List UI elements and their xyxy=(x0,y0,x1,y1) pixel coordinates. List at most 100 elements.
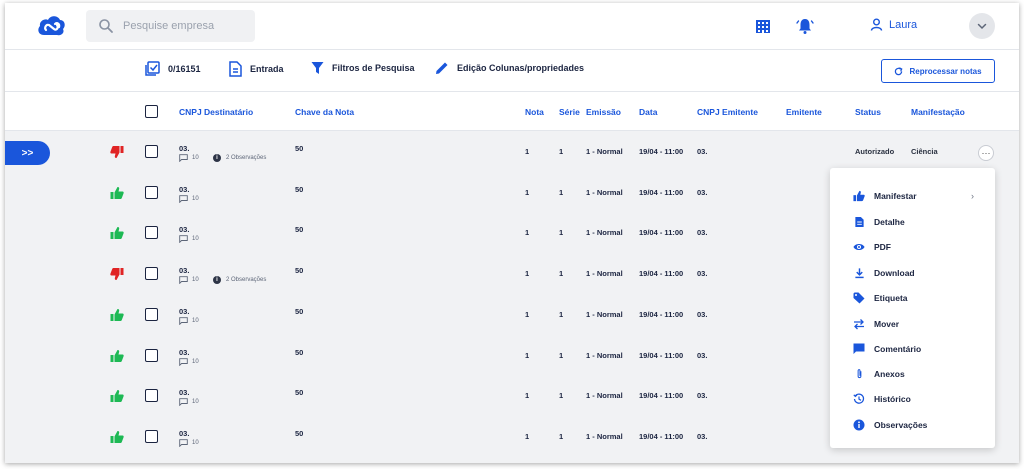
serie: 1 xyxy=(559,431,564,441)
thumbs-down-icon[interactable] xyxy=(110,145,124,159)
menu-item-manifestar[interactable]: Manifestar › xyxy=(830,185,995,207)
thumb-up-icon xyxy=(853,190,865,202)
menu-item-comentario[interactable]: Comentário xyxy=(830,338,995,360)
chave-nota: 50 xyxy=(295,306,304,316)
cnpj-destinatario: 03. xyxy=(179,347,190,357)
expand-sidebar-button[interactable]: >> xyxy=(5,141,50,165)
menu-item-mover[interactable]: Mover xyxy=(830,313,995,335)
col-emitente[interactable]: Emitente xyxy=(786,107,822,117)
filters-label: Filtros de Pesquisa xyxy=(332,63,415,73)
company-search[interactable] xyxy=(86,10,255,42)
cloud-logo-icon[interactable] xyxy=(35,11,67,41)
comments-count[interactable]: 10 xyxy=(179,276,199,285)
building-icon[interactable] xyxy=(754,17,772,35)
data-emissao: 19/04 - 11:00 xyxy=(639,228,684,238)
thumbs-up-icon[interactable] xyxy=(110,226,124,240)
menu-item-detalhe[interactable]: Detalhe xyxy=(830,211,995,233)
thumbs-up-icon[interactable] xyxy=(110,308,124,322)
col-serie[interactable]: Série xyxy=(559,107,580,117)
info-icon xyxy=(853,419,865,431)
col-emissao[interactable]: Emissão xyxy=(586,107,621,117)
comments-count[interactable]: 10 xyxy=(179,398,199,407)
comments-count-value: 10 xyxy=(192,277,199,284)
data-emissao: 19/04 - 11:00 xyxy=(639,350,684,360)
cnpj-destinatario: 03. xyxy=(179,266,190,276)
comments-count[interactable]: 10 xyxy=(179,154,199,162)
comments-count-value: 10 xyxy=(192,195,199,202)
user-icon xyxy=(870,18,883,31)
col-manifestacao[interactable]: Manifestação xyxy=(911,107,965,117)
row-checkbox[interactable] xyxy=(145,348,158,362)
selection-counter[interactable]: 0/16151 xyxy=(145,61,201,76)
chave-nota: 50 xyxy=(295,388,304,398)
comments-count[interactable]: 10 xyxy=(179,194,199,203)
data-emissao: 19/04 - 11:00 xyxy=(639,309,684,319)
serie: 1 xyxy=(559,147,564,156)
menu-item-pdf[interactable]: PDF xyxy=(830,236,995,258)
cnpj-destinatario: 03. xyxy=(179,225,190,235)
cnpj-emitente: 03. xyxy=(697,187,708,197)
comments-count-value: 10 xyxy=(192,155,199,161)
comments-count-value: 10 xyxy=(192,317,199,324)
col-status[interactable]: Status xyxy=(855,107,881,117)
comments-count[interactable]: 10 xyxy=(179,439,199,447)
status: Autorizado xyxy=(855,147,895,156)
cnpj-emitente: 03. xyxy=(697,431,708,441)
col-data[interactable]: Data xyxy=(639,107,657,117)
select-all-checkbox[interactable] xyxy=(145,105,158,118)
comments-count[interactable]: 10 xyxy=(179,357,199,366)
reprocess-notes-button[interactable]: Reprocessar notas xyxy=(881,59,995,83)
table-row[interactable]: 03. 10 i 2 Observações 50 1 1 1 - Normal 19/04 -… xyxy=(5,131,1019,172)
thumbs-down-icon[interactable] xyxy=(110,267,124,281)
menu-item-anexos[interactable]: Anexos xyxy=(830,363,995,385)
col-cnpj-emitente[interactable]: CNPJ Emitente xyxy=(697,107,758,117)
row-checkbox[interactable] xyxy=(145,185,158,199)
emissao: 1 - Normal xyxy=(586,269,623,279)
observations-indicator[interactable]: i 2 Observações xyxy=(213,276,266,285)
thumbs-up-icon[interactable] xyxy=(110,349,124,363)
menu-item-label: Comentário xyxy=(874,344,922,354)
col-nota[interactable]: Nota xyxy=(525,107,544,117)
serie: 1 xyxy=(559,228,564,238)
serie: 1 xyxy=(559,269,564,279)
menu-item-observacoes[interactable]: Observações xyxy=(830,414,995,436)
row-checkbox[interactable] xyxy=(145,389,158,403)
row-checkbox[interactable] xyxy=(145,307,158,321)
swap-icon xyxy=(853,318,865,330)
search-filters-button[interactable]: Filtros de Pesquisa xyxy=(311,61,415,75)
comments-count[interactable]: 10 xyxy=(179,317,199,325)
paperclip-icon xyxy=(853,368,865,380)
menu-item-etiqueta[interactable]: Etiqueta xyxy=(830,287,995,309)
menu-item-download[interactable]: Download xyxy=(830,262,995,284)
nota: 1 xyxy=(525,309,530,319)
thumbs-up-icon[interactable] xyxy=(110,389,124,403)
entrada-button[interactable]: Entrada xyxy=(228,61,284,77)
emissao: 1 - Normal xyxy=(586,309,623,319)
user-menu[interactable]: Laura xyxy=(870,18,917,31)
row-checkbox[interactable] xyxy=(145,226,158,240)
account-dropdown-button[interactable] xyxy=(969,13,995,39)
thumbs-up-icon[interactable] xyxy=(110,430,124,444)
edit-columns-button[interactable]: Edição Colunas/propriedades xyxy=(435,61,584,75)
row-checkbox[interactable] xyxy=(145,267,158,281)
menu-item-historico[interactable]: Histórico xyxy=(830,388,995,410)
download-icon xyxy=(853,267,865,279)
thumbs-up-icon[interactable] xyxy=(110,186,124,200)
col-cnpj-destinatario[interactable]: CNPJ Destinatário xyxy=(179,107,253,117)
row-context-menu: Manifestar › Detalhe PDF Download Etiqueta Mov… xyxy=(830,168,995,448)
comment-icon xyxy=(179,439,188,447)
serie: 1 xyxy=(559,391,564,401)
col-chave-nota[interactable]: Chave da Nota xyxy=(295,107,354,117)
selection-count: 0/16151 xyxy=(168,63,201,74)
row-checkbox[interactable] xyxy=(145,145,158,158)
search-input[interactable] xyxy=(123,16,248,36)
cnpj-destinatario: 03. xyxy=(179,184,190,194)
row-actions-button[interactable]: ··· xyxy=(978,145,994,161)
comments-count[interactable]: 10 xyxy=(179,235,199,244)
top-bar: Laura xyxy=(5,3,1019,50)
row-checkbox[interactable] xyxy=(145,429,158,443)
alarm-bell-icon[interactable] xyxy=(796,17,814,35)
emissao: 1 - Normal xyxy=(586,350,623,360)
chave-nota: 50 xyxy=(295,347,304,357)
observations-indicator[interactable]: i 2 Observações xyxy=(213,154,266,162)
